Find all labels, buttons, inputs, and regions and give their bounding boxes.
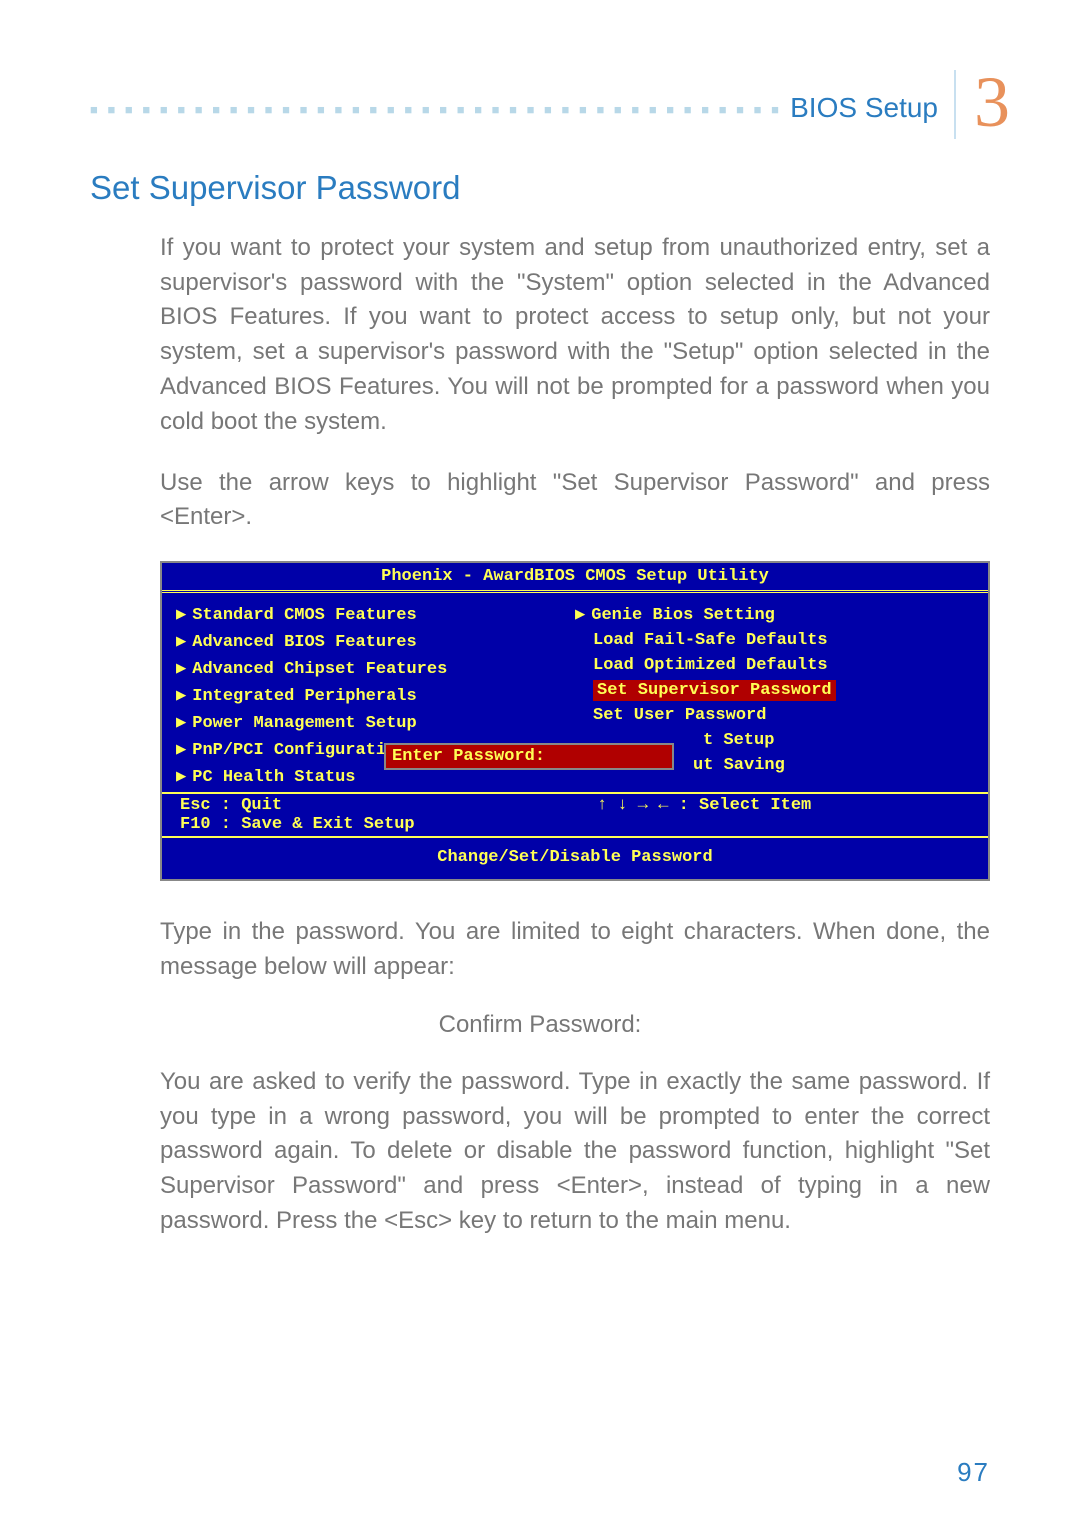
chapter-box: 3 [954, 70, 1010, 139]
triangle-icon: ▶ [176, 741, 186, 760]
triangle-icon: ▶ [176, 606, 186, 625]
bios-menu-item: PC Health Status [192, 768, 355, 787]
bios-title: Phoenix - AwardBIOS CMOS Setup Utility [162, 563, 988, 593]
bios-menu-item-truncated: ut Saving [693, 756, 785, 775]
paragraph-3: Type in the password. You are limited to… [160, 915, 990, 985]
bios-key-esc: Esc : Quit [180, 796, 557, 815]
triangle-icon: ▶ [176, 714, 186, 733]
breadcrumb: BIOS Setup [790, 92, 938, 124]
bios-key-hints: Esc : Quit F10 : Save & Exit Setup ↑ ↓ →… [162, 794, 988, 838]
bios-menu-item-truncated: t Setup [703, 731, 774, 750]
triangle-icon: ▶ [176, 633, 186, 652]
bios-menu-item: Load Optimized Defaults [593, 656, 828, 675]
triangle-icon: ▶ [176, 660, 186, 679]
bios-menu-item: Genie Bios Setting [591, 606, 775, 625]
paragraph-4: You are asked to verify the password. Ty… [160, 1065, 990, 1239]
bios-menu-item: PnP/PCI Configurati [192, 741, 386, 760]
triangle-icon: ▶ [176, 768, 186, 787]
bios-key-arrows: ↑ ↓ → ← : Select Item [557, 796, 974, 834]
bios-menu-item: Load Fail-Safe Defaults [593, 631, 828, 650]
triangle-icon: ▶ [176, 687, 186, 706]
confirm-password-label: Confirm Password: [90, 1011, 990, 1039]
paragraph-2: Use the arrow keys to highlight "Set Sup… [160, 466, 990, 536]
bios-menu-item: Set User Password [593, 706, 766, 725]
section-title: Set Supervisor Password [90, 169, 990, 207]
bios-menu-item-selected: Set Supervisor Password [593, 680, 836, 701]
header-dots: ■ ■ ■ ■ ■ ■ ■ ■ ■ ■ ■ ■ ■ ■ ■ ■ ■ ■ ■ ■ … [90, 102, 780, 117]
bios-body: ▶ Standard CMOS Features ▶ Advanced BIOS F… [162, 593, 988, 794]
page-header: ■ ■ ■ ■ ■ ■ ■ ■ ■ ■ ■ ■ ■ ■ ■ ■ ■ ■ ■ ■ … [90, 70, 1010, 139]
enter-password-popup: Enter Password: [384, 743, 674, 770]
bios-menu-item: Advanced Chipset Features [192, 660, 447, 679]
page-number: 97 [957, 1457, 990, 1488]
bios-menu-item: Power Management Setup [192, 714, 416, 733]
triangle-icon: ▶ [575, 606, 585, 625]
bios-key-f10: F10 : Save & Exit Setup [180, 815, 557, 834]
bios-footer-hint: Change/Set/Disable Password [162, 838, 988, 879]
paragraph-1: If you want to protect your system and s… [160, 231, 990, 440]
bios-screenshot: Phoenix - AwardBIOS CMOS Setup Utility ▶… [160, 561, 990, 881]
bios-menu-item: Advanced BIOS Features [192, 633, 416, 652]
bios-menu-item: Standard CMOS Features [192, 606, 416, 625]
chapter-number: 3 [974, 70, 1010, 135]
bios-menu-item: Integrated Peripherals [192, 687, 416, 706]
